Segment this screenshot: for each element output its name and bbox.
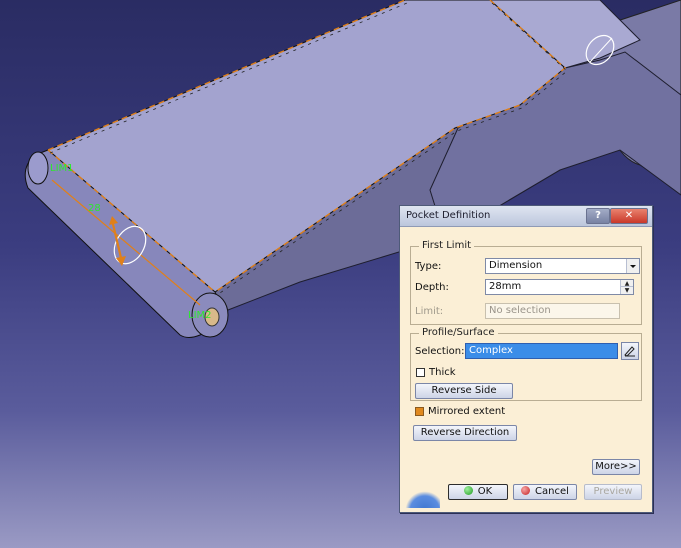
selection-label: Selection: <box>415 346 465 357</box>
limit1-label[interactable]: LIM1 <box>50 163 74 174</box>
dimension-value-label[interactable]: 28 <box>88 203 101 214</box>
pocket-definition-dialog: Pocket Definition ? ✕ First Limit Type: … <box>399 205 653 513</box>
cancel-label: Cancel <box>535 486 569 497</box>
sketcher-icon[interactable] <box>621 342 639 360</box>
close-button[interactable]: ✕ <box>610 208 648 224</box>
limit-value: No selection <box>489 305 551 316</box>
earth-logo-icon <box>402 488 440 508</box>
selection-field[interactable]: Complex <box>465 343 618 359</box>
profile-surface-legend: Profile/Surface <box>419 327 498 338</box>
limit-label: Limit: <box>415 306 444 317</box>
first-limit-group: First Limit Type: Dimension Depth: 28mm … <box>410 240 642 325</box>
limit2-label[interactable]: LIM2 <box>188 310 212 321</box>
thick-label: Thick <box>429 367 456 378</box>
profile-surface-group: Profile/Surface Selection: Complex Thick… <box>410 327 642 401</box>
first-limit-legend: First Limit <box>419 240 475 251</box>
mirrored-extent-checkbox[interactable] <box>415 407 424 416</box>
spin-up-icon[interactable]: ▲ <box>620 280 633 287</box>
cancel-button[interactable]: Cancel <box>513 484 577 500</box>
cancel-red-icon <box>521 486 531 495</box>
type-label: Type: <box>415 261 442 272</box>
depth-label: Depth: <box>415 282 449 293</box>
reverse-direction-button[interactable]: Reverse Direction <box>413 425 517 441</box>
dialog-title: Pocket Definition <box>406 210 491 221</box>
ok-green-icon <box>463 486 473 495</box>
help-button[interactable]: ? <box>586 208 610 224</box>
ok-label: OK <box>477 486 493 497</box>
mirrored-extent-label: Mirrored extent <box>428 406 506 417</box>
spin-down-icon[interactable]: ▼ <box>620 287 633 294</box>
more-button[interactable]: More>> <box>592 459 640 475</box>
depth-field[interactable]: 28mm ▲ ▼ <box>485 279 634 295</box>
preview-button: Preview <box>584 484 642 500</box>
type-select[interactable]: Dimension <box>485 258 640 274</box>
type-select-value: Dimension <box>489 260 543 271</box>
selection-value: Complex <box>469 345 513 356</box>
cylinder-left-end <box>27 151 49 185</box>
reverse-side-button[interactable]: Reverse Side <box>415 383 513 399</box>
dialog-titlebar[interactable]: Pocket Definition ? ✕ <box>400 206 652 227</box>
limit-field: No selection <box>485 303 620 319</box>
depth-value: 28mm <box>489 281 522 292</box>
dropdown-arrow-icon[interactable] <box>626 259 639 273</box>
thick-checkbox[interactable] <box>416 368 425 377</box>
ok-button[interactable]: OK <box>448 484 508 500</box>
